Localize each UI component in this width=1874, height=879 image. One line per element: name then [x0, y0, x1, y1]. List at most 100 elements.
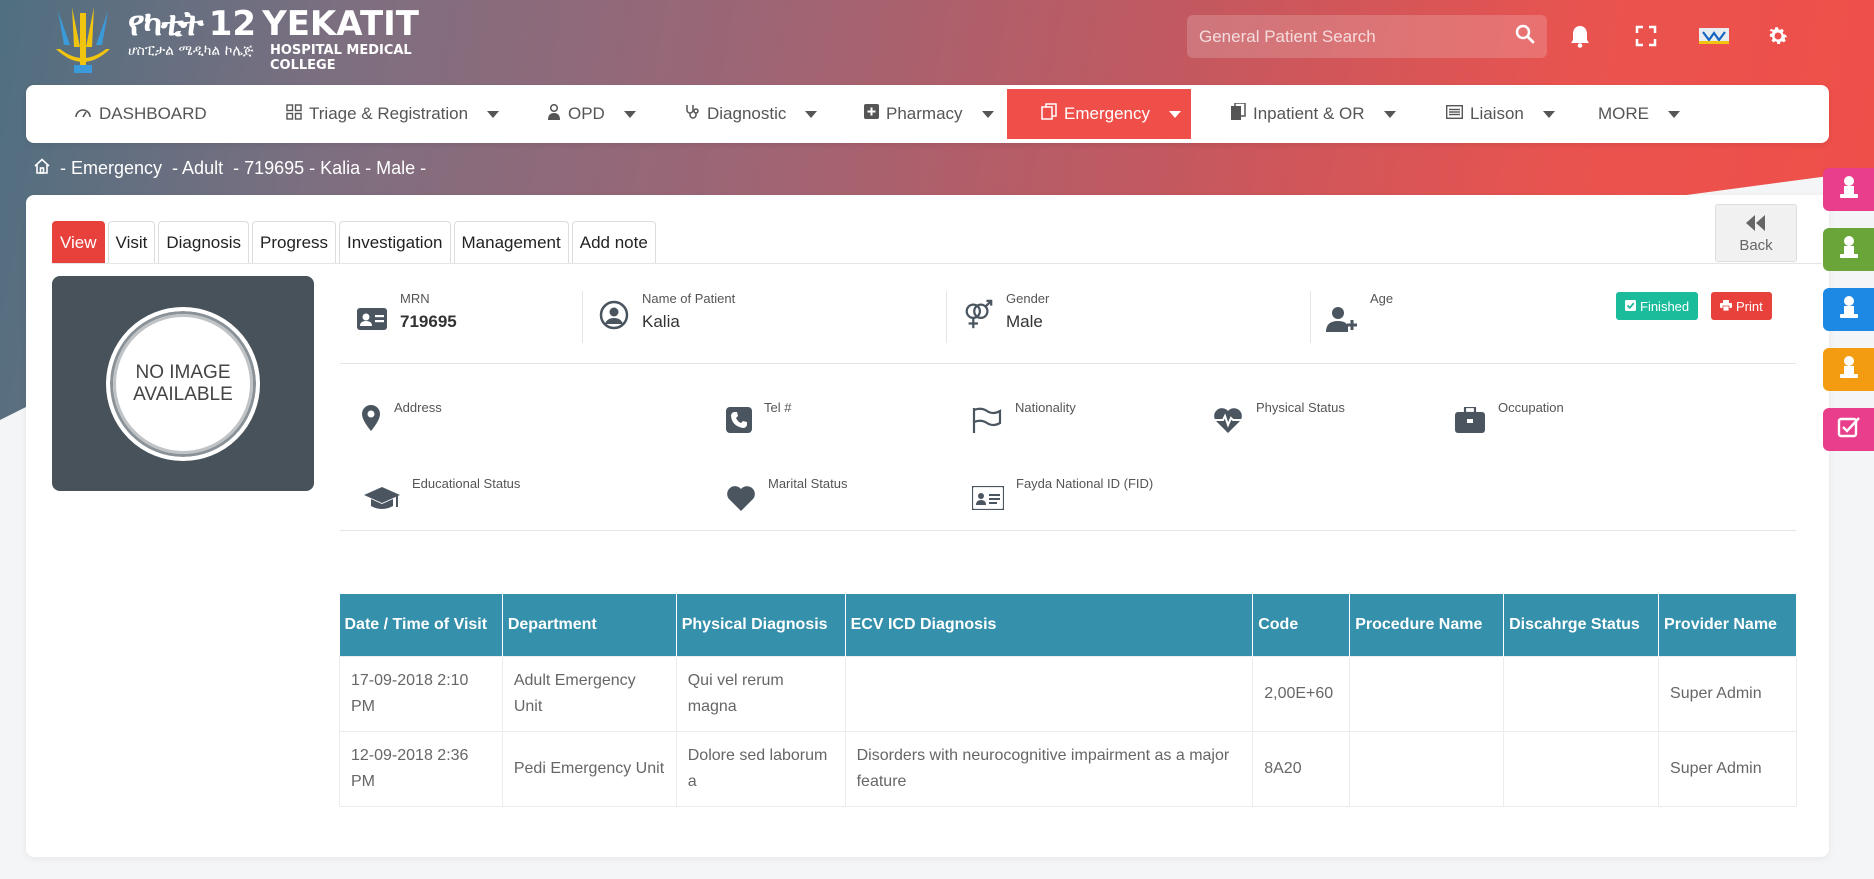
nav-diagnostic[interactable]: Diagnostic: [684, 89, 818, 139]
tab-diagnosis[interactable]: Diagnosis: [158, 221, 250, 264]
side-button-1[interactable]: [1823, 168, 1874, 211]
bell-icon[interactable]: [1566, 22, 1594, 50]
tab-investigation[interactable]: Investigation: [339, 221, 451, 264]
chevron-down-icon: [1668, 110, 1680, 118]
occupation-field: Occupation: [1454, 400, 1564, 436]
doctor-icon: [547, 103, 561, 125]
logo-emblem-icon: [50, 5, 116, 75]
side-button-5[interactable]: [1823, 408, 1874, 451]
nav-liaison[interactable]: Liaison: [1445, 89, 1555, 139]
flag-icon[interactable]: [1698, 22, 1730, 50]
plus-square-icon: [864, 104, 879, 124]
nav-opd[interactable]: OPD: [547, 89, 636, 139]
table-row[interactable]: 12-09-2018 2:36 PM Pedi Emergency Unit D…: [339, 730, 1797, 807]
col-provider-name[interactable]: Provider Name: [1658, 594, 1797, 656]
tab-add-note[interactable]: Add note: [571, 221, 656, 264]
age-label: Age: [1370, 291, 1394, 306]
physical-status-field: Physical Status: [1212, 400, 1345, 436]
list-icon: [1445, 104, 1464, 124]
print-icon: [1720, 299, 1732, 314]
fayda-id-label: Fayda National ID (FID): [1016, 476, 1154, 491]
col-discharge-status[interactable]: Discahrge Status: [1503, 594, 1660, 656]
print-button[interactable]: Print: [1711, 292, 1772, 320]
phone-icon: [726, 404, 752, 436]
mrn-value: 719695: [400, 312, 457, 331]
back-button[interactable]: Back: [1715, 204, 1797, 262]
tab-visit[interactable]: Visit: [107, 221, 156, 264]
tab-progress[interactable]: Progress: [252, 221, 337, 264]
cell-procedure-name: [1349, 655, 1505, 732]
section-divider: [340, 363, 1796, 364]
breadcrumb-emergency[interactable]: - Emergency: [60, 158, 162, 179]
nav-pharmacy[interactable]: Pharmacy: [864, 89, 994, 139]
nav-inpatient-or[interactable]: Inpatient & OR: [1231, 89, 1396, 139]
side-button-2[interactable]: [1823, 228, 1874, 271]
nav-more-label: MORE: [1598, 104, 1649, 123]
col-code[interactable]: Code: [1252, 594, 1351, 656]
table-row[interactable]: 17-09-2018 2:10 PM Adult Emergency Unit …: [339, 655, 1797, 732]
cell-physical-diagnosis: Dolore sed laborum a: [675, 730, 846, 807]
cell-code: 8A20: [1252, 730, 1351, 807]
field-divider: [1310, 291, 1311, 343]
flag-outline-icon: [971, 404, 1003, 436]
cell-discharge-status: [1503, 655, 1660, 732]
address-field: Address: [360, 400, 442, 434]
chevron-down-icon: [487, 110, 500, 118]
logo-number: 12: [208, 4, 257, 45]
col-date-time[interactable]: Date / Time of Visit: [339, 594, 503, 656]
user-icon: [1838, 355, 1860, 384]
user-circle-icon: [598, 299, 630, 331]
breadcrumb-adult[interactable]: - Adult: [172, 158, 223, 179]
stethoscope-icon: [684, 104, 700, 125]
field-divider: [582, 291, 583, 343]
cell-date-time: 17-09-2018 2:10 PM: [339, 655, 503, 732]
back-button-label: Back: [1739, 236, 1773, 254]
user-icon: [1838, 175, 1860, 204]
hospital-logo[interactable]: የካቲት 12 YEKATIT ሆስፒታል ሜዲካል ኮሌጅ HOSPITAL …: [50, 4, 420, 76]
chevron-down-icon: [981, 110, 994, 118]
col-department[interactable]: Department: [502, 594, 677, 656]
no-image-text-1: NO IMAGE: [135, 361, 231, 383]
gear-icon[interactable]: [1764, 22, 1792, 50]
cell-code: 2,00E+60: [1252, 655, 1351, 732]
educational-status-label: Educational Status: [412, 476, 521, 491]
patient-search-input[interactable]: [1199, 26, 1515, 47]
nav-dashboard-label: DASHBOARD: [99, 104, 207, 123]
finished-button[interactable]: Finished: [1616, 292, 1699, 320]
cell-provider-name: Super Admin: [1658, 655, 1797, 732]
heart-icon: [726, 482, 756, 514]
breadcrumb-patient: - 719695 - Kalia - Male -: [233, 158, 427, 178]
files-icon: [1231, 102, 1246, 125]
cell-icd-diagnosis: [844, 655, 1254, 732]
field-divider: [946, 291, 947, 343]
tab-divider: [52, 263, 1822, 264]
side-button-3[interactable]: [1823, 288, 1874, 331]
mrn-label: MRN: [400, 291, 430, 306]
double-chevron-left-icon: [1744, 213, 1768, 237]
gender-value: Male: [1006, 312, 1043, 331]
physical-status-label: Physical Status: [1256, 400, 1345, 415]
gender-field: Gender Male: [962, 291, 1049, 332]
nav-dashboard[interactable]: DASHBOARD: [74, 89, 207, 139]
section-divider: [340, 530, 1796, 531]
tab-view[interactable]: View: [52, 221, 105, 264]
col-procedure-name[interactable]: Procedure Name: [1349, 594, 1505, 656]
nationality-label: Nationality: [1015, 400, 1076, 415]
gender-icon: [962, 299, 994, 331]
nav-emergency[interactable]: Emergency: [1007, 89, 1191, 139]
search-icon[interactable]: [1515, 24, 1535, 49]
chevron-down-icon: [1168, 110, 1181, 118]
nav-triage-registration[interactable]: Triage & Registration: [286, 89, 500, 139]
occupation-label: Occupation: [1498, 400, 1564, 415]
visit-history-table: Date / Time of Visit Department Physical…: [339, 594, 1797, 807]
cell-provider-name: Super Admin: [1658, 730, 1797, 807]
col-icd-diagnosis[interactable]: ECV ICD Diagnosis: [845, 594, 1254, 656]
side-button-4[interactable]: [1823, 348, 1874, 391]
col-physical-diagnosis[interactable]: Physical Diagnosis: [676, 594, 846, 656]
nav-more[interactable]: MORE: [1598, 89, 1680, 139]
logo-english-title: YEKATIT: [262, 4, 419, 45]
dashboard-icon: [74, 104, 92, 124]
home-icon[interactable]: [34, 158, 50, 179]
tab-management[interactable]: Management: [453, 221, 569, 264]
fullscreen-icon[interactable]: [1632, 22, 1660, 50]
